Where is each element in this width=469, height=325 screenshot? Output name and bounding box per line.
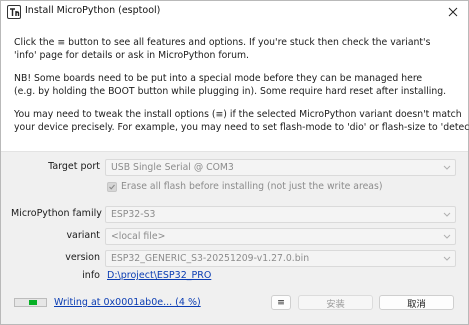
variant-value: <local file> <box>111 231 166 242</box>
family-label: MicroPython family <box>11 208 102 219</box>
menu-button[interactable]: ≡ <box>271 295 291 310</box>
info-text: NB! Some boards need to be put into a sp… <box>14 73 423 84</box>
install-button-label: 安装 <box>326 298 345 310</box>
info-text: 'info' page for details or ask in MicroP… <box>14 50 250 61</box>
title-bar: Install MicroPython (esptool) <box>1 1 468 23</box>
install-button[interactable]: 安装 <box>298 295 373 310</box>
progress-fill <box>29 300 37 305</box>
target-port-value: USB Single Serial @ COM3 <box>111 162 234 173</box>
menu-button-label: ≡ <box>277 297 285 308</box>
info-link[interactable]: D:\project\ESP32_PRO <box>107 270 211 281</box>
info-text: You may need to tweak the install option… <box>14 109 462 120</box>
info-panel: Click the ≡ button to see all features a… <box>1 23 469 152</box>
info-text: your device precisely. For example, you … <box>14 122 469 133</box>
close-icon <box>448 7 458 17</box>
family-select[interactable]: ESP32-S3 <box>105 206 456 223</box>
info-text: (e.g. by holding the BOOT button while p… <box>14 86 447 97</box>
status-link[interactable]: Writing at 0x0001ab0e... (4 %) <box>54 297 201 308</box>
version-value: ESP32_GENERIC_S3-20251209-v1.27.0.bin <box>111 253 310 264</box>
chevron-down-icon <box>443 256 451 261</box>
install-dialog: Install MicroPython (esptool) Click the … <box>0 0 469 325</box>
info-label: info <box>82 270 100 281</box>
close-button[interactable] <box>438 1 468 23</box>
info-text: Click the ≡ button to see all features a… <box>14 37 431 48</box>
erase-label: Erase all flash before installing (not j… <box>121 181 383 192</box>
thonny-icon <box>7 5 21 19</box>
version-label: version <box>65 252 100 263</box>
window-title: Install MicroPython (esptool) <box>25 5 161 16</box>
checkmark-icon <box>109 184 115 190</box>
target-port-select[interactable]: USB Single Serial @ COM3 <box>105 159 456 176</box>
progress-bar <box>14 298 47 307</box>
erase-checkbox[interactable] <box>107 182 117 192</box>
target-port-label: Target port <box>48 161 100 172</box>
variant-select[interactable]: <local file> <box>105 228 456 245</box>
cancel-button[interactable]: 取消 <box>379 295 454 310</box>
version-select[interactable]: ESP32_GENERIC_S3-20251209-v1.27.0.bin <box>105 250 456 267</box>
cancel-button-label: 取消 <box>407 298 426 310</box>
chevron-down-icon <box>443 165 451 170</box>
variant-label: variant <box>66 230 100 241</box>
family-value: ESP32-S3 <box>111 209 156 220</box>
chevron-down-icon <box>443 212 451 217</box>
chevron-down-icon <box>443 234 451 239</box>
